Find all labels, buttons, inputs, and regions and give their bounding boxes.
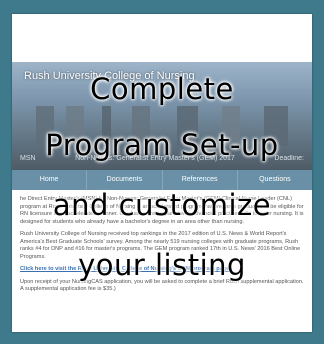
banner-subtitle: MSN Non-Nurses: Generalist Entry Master'… xyxy=(12,155,312,162)
banner-degree: MSN xyxy=(20,155,36,162)
tab-references[interactable]: References xyxy=(163,170,238,190)
program-page-link[interactable]: Click here to visit the Rush University … xyxy=(20,266,306,274)
banner-program: Non-Nurses: Generalist Entry Master's (G… xyxy=(75,155,235,162)
screenshot-frame: Rush University College of Nursing MSN N… xyxy=(12,14,312,332)
supplemental-paragraph: Upon receipt of your NursingCAS applicat… xyxy=(20,278,304,293)
banner-title: Rush University College of Nursing xyxy=(24,70,195,82)
city-skyline-image xyxy=(12,106,312,146)
tab-home[interactable]: Home xyxy=(12,170,88,190)
program-description: he Direct Entry Master's (MSN) for Non-N… xyxy=(20,196,306,299)
program-banner: Rush University College of Nursing MSN N… xyxy=(12,62,312,170)
rankings-paragraph: Rush University College of Nursing recei… xyxy=(20,231,301,260)
banner-deadline: Deadline: xyxy=(274,155,304,162)
program-tabs: Home Documents References Questions xyxy=(12,170,312,190)
description-paragraph: he Direct Entry Master's (MSN) for Non-N… xyxy=(20,196,304,225)
tab-documents[interactable]: Documents xyxy=(87,170,163,190)
tab-questions[interactable]: Questions xyxy=(238,170,312,190)
